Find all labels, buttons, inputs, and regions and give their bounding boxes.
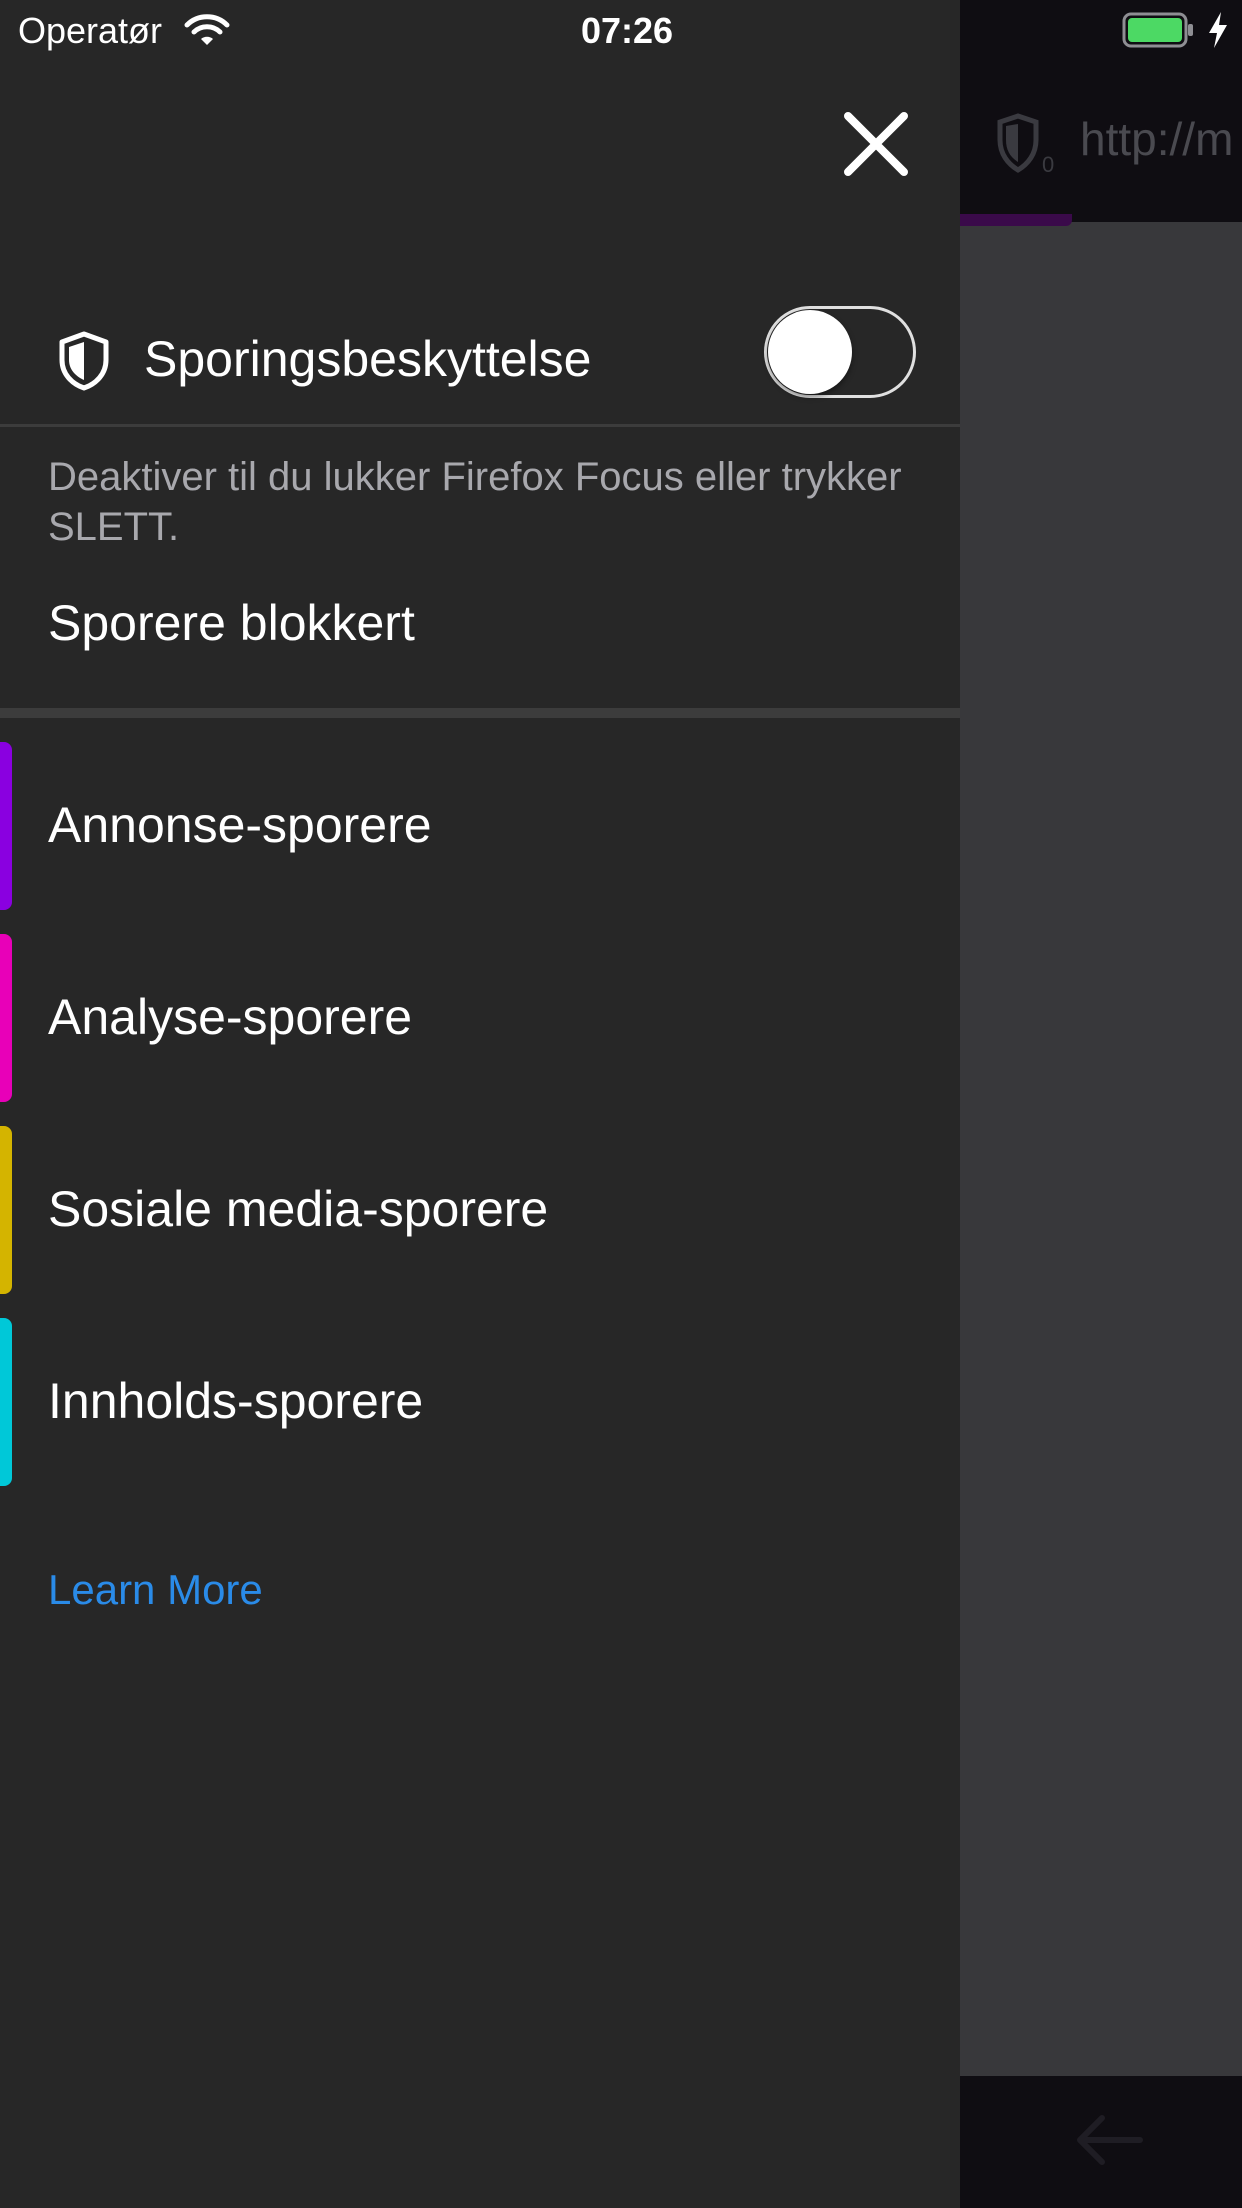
url-text[interactable]: http://m bbox=[1080, 112, 1233, 166]
browser-bottom-bar bbox=[960, 2076, 1242, 2208]
battery-icon bbox=[1122, 12, 1193, 48]
trackers-blocked-title: Sporere blokkert bbox=[48, 595, 415, 651]
category-color-bar bbox=[0, 742, 12, 910]
category-label: Sosiale media-sporere bbox=[48, 1181, 549, 1237]
learn-more-link[interactable]: Learn More bbox=[48, 1566, 263, 1614]
category-label: Annonse-sporere bbox=[48, 797, 432, 853]
page-progress-bar bbox=[960, 214, 1072, 226]
category-color-bar bbox=[0, 934, 12, 1102]
section-divider bbox=[0, 708, 960, 718]
category-analytics-trackers[interactable]: Analyse-sporere bbox=[0, 934, 960, 1102]
status-bar: Operatør 07:26 bbox=[0, 0, 1242, 62]
divider bbox=[0, 424, 960, 427]
tracking-protection-label: Sporingsbeskyttelse bbox=[144, 331, 592, 387]
tracking-protection-row: Sporingsbeskyttelse bbox=[0, 300, 960, 424]
category-label: Analyse-sporere bbox=[48, 989, 413, 1045]
category-ad-trackers[interactable]: Annonse-sporere bbox=[0, 742, 960, 910]
tracking-shield-icon[interactable]: 0 bbox=[996, 112, 1054, 174]
category-color-bar bbox=[0, 1318, 12, 1486]
category-social-trackers[interactable]: Sosiale media-sporere bbox=[0, 1126, 960, 1294]
tracking-protection-drawer: Sporingsbeskyttelse Deaktiver til du luk… bbox=[0, 0, 960, 2208]
charging-bolt-icon bbox=[1209, 12, 1227, 48]
tracking-protection-toggle[interactable] bbox=[764, 306, 916, 398]
tracking-protection-description: Deaktiver til du lukker Firefox Focus el… bbox=[48, 455, 902, 549]
toggle-knob bbox=[768, 310, 852, 394]
shield-icon bbox=[59, 331, 109, 391]
close-icon[interactable] bbox=[836, 104, 916, 184]
background-browser: 0 http://m bbox=[960, 0, 1242, 2208]
svg-text:0: 0 bbox=[1042, 152, 1054, 174]
clock: 07:26 bbox=[580, 10, 674, 51]
back-arrow-icon[interactable] bbox=[1070, 2110, 1150, 2170]
category-content-trackers[interactable]: Innholds-sporere bbox=[0, 1318, 960, 1486]
category-color-bar bbox=[0, 1126, 12, 1294]
category-label: Innholds-sporere bbox=[48, 1373, 424, 1429]
